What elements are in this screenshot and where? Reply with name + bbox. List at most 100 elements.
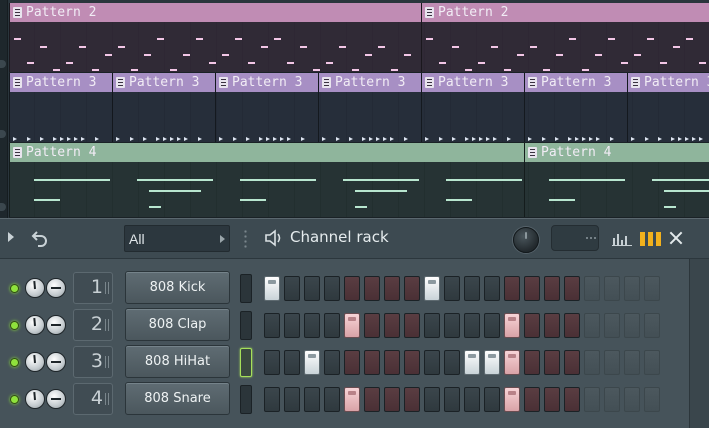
channel-rack-scrollbar[interactable] <box>689 259 709 428</box>
volume-knob[interactable] <box>25 278 45 298</box>
step-button[interactable] <box>484 350 500 375</box>
step-button[interactable] <box>304 313 320 338</box>
channel-name-button[interactable]: 808 Kick <box>125 271 230 304</box>
pattern-clip[interactable]: Pattern 4 <box>524 143 709 217</box>
step-button[interactable] <box>284 313 300 338</box>
clip-header[interactable]: Pattern 3 <box>319 73 421 92</box>
step-button[interactable] <box>544 350 560 375</box>
step-button[interactable] <box>644 350 660 375</box>
clip-header[interactable]: Pattern 4 <box>525 143 709 162</box>
channel-select-toggle[interactable] <box>240 311 252 340</box>
step-button[interactable] <box>304 387 320 412</box>
step-button[interactable] <box>484 387 500 412</box>
step-button[interactable] <box>384 276 400 301</box>
step-button[interactable] <box>364 387 380 412</box>
step-button[interactable] <box>604 313 620 338</box>
step-button[interactable] <box>584 276 600 301</box>
step-button[interactable] <box>564 350 580 375</box>
channel-row[interactable]: 4 808 Snare <box>0 381 709 418</box>
step-button[interactable] <box>404 313 420 338</box>
pattern-clip[interactable]: Pattern 3 <box>215 73 318 142</box>
step-sequencer-icon[interactable] <box>640 232 661 246</box>
step-button[interactable] <box>304 276 320 301</box>
pan-knob[interactable] <box>46 389 66 409</box>
step-button[interactable] <box>364 350 380 375</box>
drag-handle-icon[interactable] <box>244 229 247 249</box>
channel-select-toggle[interactable] <box>240 348 252 377</box>
channel-mute-led[interactable] <box>10 395 19 404</box>
step-button[interactable] <box>404 276 420 301</box>
pattern-clip[interactable]: Pattern 3 <box>627 73 709 142</box>
channel-name-button[interactable]: 808 Clap <box>125 308 230 341</box>
playlist-track-2[interactable]: Pattern 3 Pattern 3 Pattern 3 Pattern 3 … <box>9 73 709 143</box>
step-button[interactable] <box>384 313 400 338</box>
step-button[interactable] <box>544 276 560 301</box>
step-button[interactable] <box>504 387 520 412</box>
undo-icon[interactable] <box>31 228 49 248</box>
step-button[interactable] <box>524 387 540 412</box>
step-button[interactable] <box>524 350 540 375</box>
play-arrow-icon[interactable] <box>8 232 14 242</box>
channel-mute-led[interactable] <box>10 321 19 330</box>
step-button[interactable] <box>364 276 380 301</box>
clip-header[interactable]: Pattern 2 <box>10 3 421 22</box>
pattern-clip[interactable]: Pattern 4 <box>9 143 524 217</box>
pan-knob[interactable] <box>46 278 66 298</box>
channel-select-toggle[interactable] <box>240 274 252 303</box>
step-button[interactable] <box>344 313 360 338</box>
channel-row[interactable]: 2 808 Clap <box>0 307 709 344</box>
step-button[interactable] <box>564 276 580 301</box>
graph-editor-icon[interactable] <box>612 232 632 246</box>
step-button[interactable] <box>524 313 540 338</box>
step-button[interactable] <box>644 313 660 338</box>
pattern-clip[interactable]: Pattern 3 <box>318 73 421 142</box>
step-button[interactable] <box>624 350 640 375</box>
mixer-track-number[interactable]: 3 <box>73 346 113 378</box>
pattern-clip[interactable]: Pattern 3 <box>9 73 112 142</box>
clip-header[interactable]: Pattern 3 <box>628 73 709 92</box>
step-button[interactable] <box>504 350 520 375</box>
step-button[interactable] <box>344 350 360 375</box>
channel-select-toggle[interactable] <box>240 385 252 414</box>
step-button[interactable] <box>424 276 440 301</box>
mixer-track-number[interactable]: 4 <box>73 383 113 415</box>
step-button[interactable] <box>644 387 660 412</box>
step-button[interactable] <box>324 276 340 301</box>
step-button[interactable] <box>624 276 640 301</box>
step-button[interactable] <box>524 276 540 301</box>
step-button[interactable] <box>604 350 620 375</box>
mixer-track-number[interactable]: 1 <box>73 272 113 304</box>
step-button[interactable] <box>544 387 560 412</box>
step-button[interactable] <box>644 276 660 301</box>
pattern-clip[interactable]: Pattern 3 <box>421 73 524 142</box>
step-button[interactable] <box>444 350 460 375</box>
step-button[interactable] <box>304 350 320 375</box>
volume-knob[interactable] <box>25 352 45 372</box>
channel-name-button[interactable]: 808 HiHat <box>125 345 230 378</box>
clip-header[interactable]: Pattern 2 <box>422 3 709 22</box>
step-button[interactable] <box>484 276 500 301</box>
channel-mute-led[interactable] <box>10 284 19 293</box>
step-button[interactable] <box>344 276 360 301</box>
step-button[interactable] <box>444 387 460 412</box>
step-button[interactable] <box>324 350 340 375</box>
step-button[interactable] <box>544 313 560 338</box>
step-button[interactable] <box>424 350 440 375</box>
step-button[interactable] <box>604 387 620 412</box>
step-button[interactable] <box>324 313 340 338</box>
volume-knob[interactable] <box>25 389 45 409</box>
step-button[interactable] <box>584 387 600 412</box>
playlist-track-3[interactable]: Pattern 4 Pattern 4 <box>9 143 709 218</box>
step-button[interactable] <box>484 313 500 338</box>
step-button[interactable] <box>384 350 400 375</box>
step-button[interactable] <box>504 276 520 301</box>
step-button[interactable] <box>604 276 620 301</box>
step-display[interactable] <box>551 225 599 251</box>
playlist-track-1[interactable]: Pattern 2 Pattern 2 <box>9 3 709 73</box>
step-button[interactable] <box>564 313 580 338</box>
volume-knob[interactable] <box>25 315 45 335</box>
step-button[interactable] <box>324 387 340 412</box>
step-button[interactable] <box>384 387 400 412</box>
swing-knob[interactable] <box>513 227 539 253</box>
step-button[interactable] <box>464 350 480 375</box>
